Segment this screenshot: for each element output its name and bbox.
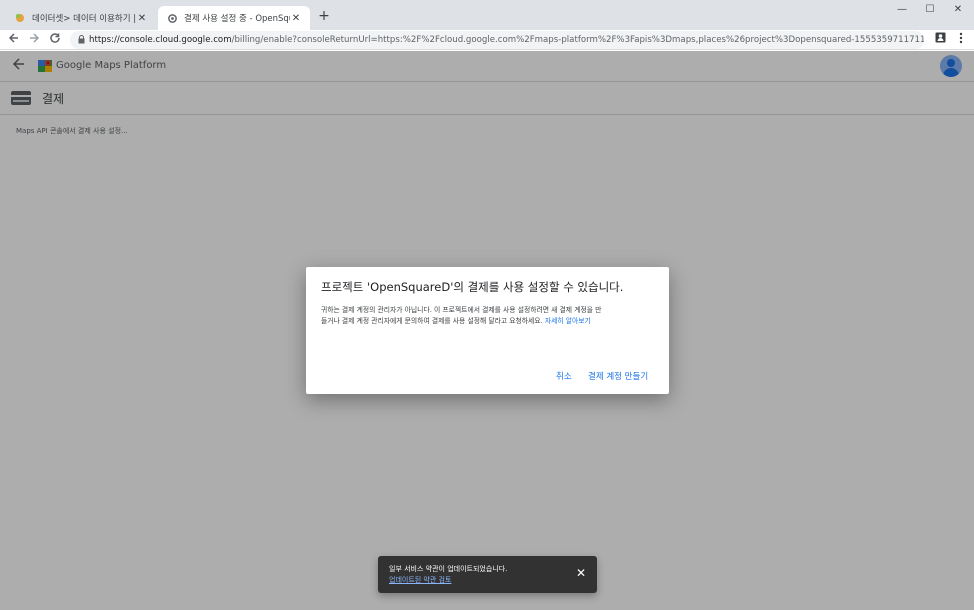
create-billing-account-button[interactable]: 결제 계정 만들기	[588, 370, 648, 382]
cancel-button[interactable]: 취소	[556, 370, 572, 382]
profile-badge-icon[interactable]	[932, 32, 948, 48]
dataset-icon	[14, 12, 26, 24]
forward-arrow-icon[interactable]	[26, 32, 42, 48]
snackbar-message: 일부 서비스 약관이 업데이트되었습니다.	[389, 565, 508, 573]
lock-icon	[78, 34, 85, 46]
snackbar: 일부 서비스 약관이 업데이트되었습니다. 업데이트된 약관 검토 ✕	[378, 556, 597, 593]
tab-close-icon[interactable]: ✕	[136, 13, 148, 24]
tab-dataset[interactable]: 데이터셋> 데이터 이용하기 | 서 ✕	[6, 6, 156, 30]
gear-icon	[166, 12, 178, 24]
billing-dialog: 프로젝트 'OpenSquareD'의 결제를 사용 설정할 수 있습니다. 귀…	[306, 267, 669, 394]
tab-strip: 데이터셋> 데이터 이용하기 | 서 ✕ 결제 사용 설정 중 - OpenSq…	[0, 0, 974, 30]
minimize-button[interactable]: —	[890, 2, 914, 18]
url-host: https://console.cloud.google.com	[89, 35, 232, 45]
dialog-title: 프로젝트 'OpenSquareD'의 결제를 사용 설정할 수 있습니다.	[321, 280, 624, 294]
back-arrow-icon[interactable]	[6, 32, 22, 48]
browser-toolbar: https://console.cloud.google.com/billing…	[0, 30, 974, 50]
tab-title: 결제 사용 설정 중 - OpenSquare	[184, 14, 290, 24]
window-close-button[interactable]: ✕	[946, 2, 970, 18]
new-tab-button[interactable]: +	[316, 8, 332, 24]
tab-close-icon[interactable]: ✕	[290, 13, 302, 24]
maximize-button[interactable]: ☐	[918, 2, 942, 18]
tab-title: 데이터셋> 데이터 이용하기 | 서	[32, 14, 136, 24]
url-path: /billing/enable?consoleReturnUrl=https:%…	[231, 35, 924, 45]
dialog-body: 귀하는 결제 계정의 관리자가 아닙니다. 이 프로젝트에서 결제를 사용 설정…	[321, 305, 603, 327]
more-menu-icon[interactable]	[953, 32, 969, 48]
learn-more-link[interactable]: 자세히 알아보기	[545, 317, 591, 325]
tab-billing[interactable]: 결제 사용 설정 중 - OpenSquare ✕	[158, 6, 310, 30]
address-bar[interactable]: https://console.cloud.google.com/billing…	[70, 31, 924, 49]
reload-icon[interactable]	[47, 32, 63, 48]
review-terms-link[interactable]: 업데이트된 약관 검토	[389, 575, 451, 585]
snackbar-close-icon[interactable]: ✕	[576, 566, 586, 580]
